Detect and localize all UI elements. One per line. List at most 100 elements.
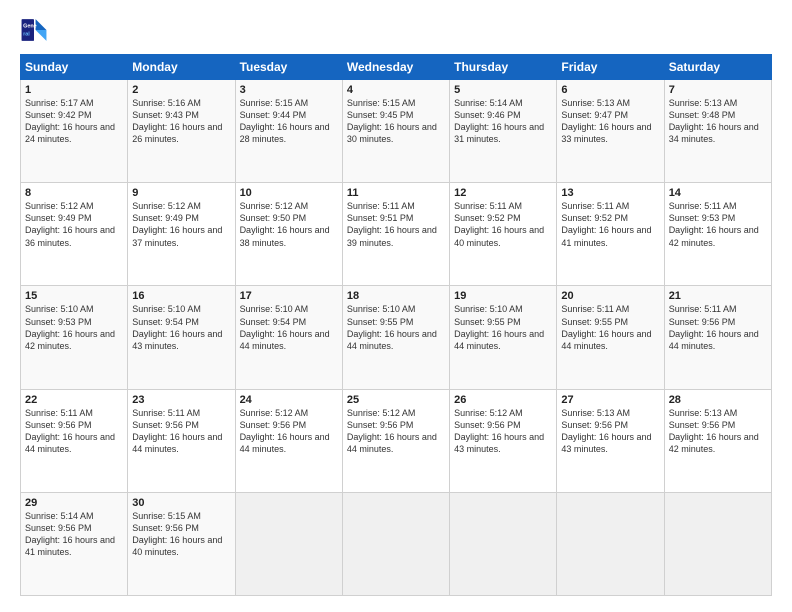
cell-details: Sunrise: 5:10 AM Sunset: 9:54 PM Dayligh… xyxy=(240,303,338,352)
cell-details: Sunrise: 5:11 AM Sunset: 9:52 PM Dayligh… xyxy=(561,200,659,249)
day-cell-29: 29 Sunrise: 5:14 AM Sunset: 9:56 PM Dayl… xyxy=(21,492,128,595)
col-header-monday: Monday xyxy=(128,55,235,80)
day-cell-25: 25 Sunrise: 5:12 AM Sunset: 9:56 PM Dayl… xyxy=(342,389,449,492)
day-number: 10 xyxy=(240,187,338,199)
day-number: 29 xyxy=(25,497,123,509)
logo: Gene ral xyxy=(20,16,52,44)
day-number: 2 xyxy=(132,84,230,96)
col-header-sunday: Sunday xyxy=(21,55,128,80)
day-number: 1 xyxy=(25,84,123,96)
day-number: 5 xyxy=(454,84,552,96)
cell-details: Sunrise: 5:11 AM Sunset: 9:56 PM Dayligh… xyxy=(132,407,230,456)
day-number: 16 xyxy=(132,290,230,302)
cell-details: Sunrise: 5:16 AM Sunset: 9:43 PM Dayligh… xyxy=(132,97,230,146)
col-header-thursday: Thursday xyxy=(450,55,557,80)
day-number: 26 xyxy=(454,394,552,406)
day-number: 28 xyxy=(669,394,767,406)
empty-cell xyxy=(557,492,664,595)
col-header-wednesday: Wednesday xyxy=(342,55,449,80)
cell-details: Sunrise: 5:11 AM Sunset: 9:52 PM Dayligh… xyxy=(454,200,552,249)
day-number: 12 xyxy=(454,187,552,199)
week-row-2: 8 Sunrise: 5:12 AM Sunset: 9:49 PM Dayli… xyxy=(21,183,772,286)
day-number: 20 xyxy=(561,290,659,302)
cell-details: Sunrise: 5:15 AM Sunset: 9:44 PM Dayligh… xyxy=(240,97,338,146)
week-row-5: 29 Sunrise: 5:14 AM Sunset: 9:56 PM Dayl… xyxy=(21,492,772,595)
calendar-header-row: SundayMondayTuesdayWednesdayThursdayFrid… xyxy=(21,55,772,80)
day-number: 30 xyxy=(132,497,230,509)
day-number: 21 xyxy=(669,290,767,302)
day-number: 18 xyxy=(347,290,445,302)
day-number: 4 xyxy=(347,84,445,96)
day-cell-2: 2 Sunrise: 5:16 AM Sunset: 9:43 PM Dayli… xyxy=(128,80,235,183)
week-row-4: 22 Sunrise: 5:11 AM Sunset: 9:56 PM Dayl… xyxy=(21,389,772,492)
day-number: 6 xyxy=(561,84,659,96)
day-number: 3 xyxy=(240,84,338,96)
cell-details: Sunrise: 5:11 AM Sunset: 9:55 PM Dayligh… xyxy=(561,303,659,352)
cell-details: Sunrise: 5:13 AM Sunset: 9:48 PM Dayligh… xyxy=(669,97,767,146)
day-cell-7: 7 Sunrise: 5:13 AM Sunset: 9:48 PM Dayli… xyxy=(664,80,771,183)
cell-details: Sunrise: 5:11 AM Sunset: 9:53 PM Dayligh… xyxy=(669,200,767,249)
col-header-friday: Friday xyxy=(557,55,664,80)
day-number: 22 xyxy=(25,394,123,406)
day-cell-14: 14 Sunrise: 5:11 AM Sunset: 9:53 PM Dayl… xyxy=(664,183,771,286)
header: Gene ral xyxy=(20,16,772,44)
day-cell-4: 4 Sunrise: 5:15 AM Sunset: 9:45 PM Dayli… xyxy=(342,80,449,183)
day-number: 23 xyxy=(132,394,230,406)
day-cell-15: 15 Sunrise: 5:10 AM Sunset: 9:53 PM Dayl… xyxy=(21,286,128,389)
cell-details: Sunrise: 5:11 AM Sunset: 9:56 PM Dayligh… xyxy=(25,407,123,456)
cell-details: Sunrise: 5:10 AM Sunset: 9:54 PM Dayligh… xyxy=(132,303,230,352)
day-cell-12: 12 Sunrise: 5:11 AM Sunset: 9:52 PM Dayl… xyxy=(450,183,557,286)
day-cell-27: 27 Sunrise: 5:13 AM Sunset: 9:56 PM Dayl… xyxy=(557,389,664,492)
cell-details: Sunrise: 5:10 AM Sunset: 9:55 PM Dayligh… xyxy=(454,303,552,352)
cell-details: Sunrise: 5:11 AM Sunset: 9:56 PM Dayligh… xyxy=(669,303,767,352)
day-number: 27 xyxy=(561,394,659,406)
day-cell-1: 1 Sunrise: 5:17 AM Sunset: 9:42 PM Dayli… xyxy=(21,80,128,183)
day-number: 8 xyxy=(25,187,123,199)
empty-cell xyxy=(235,492,342,595)
cell-details: Sunrise: 5:13 AM Sunset: 9:56 PM Dayligh… xyxy=(561,407,659,456)
cell-details: Sunrise: 5:10 AM Sunset: 9:53 PM Dayligh… xyxy=(25,303,123,352)
svg-text:ral: ral xyxy=(23,31,30,37)
day-cell-28: 28 Sunrise: 5:13 AM Sunset: 9:56 PM Dayl… xyxy=(664,389,771,492)
day-cell-5: 5 Sunrise: 5:14 AM Sunset: 9:46 PM Dayli… xyxy=(450,80,557,183)
cell-details: Sunrise: 5:12 AM Sunset: 9:50 PM Dayligh… xyxy=(240,200,338,249)
day-cell-21: 21 Sunrise: 5:11 AM Sunset: 9:56 PM Dayl… xyxy=(664,286,771,389)
day-number: 13 xyxy=(561,187,659,199)
cell-details: Sunrise: 5:13 AM Sunset: 9:47 PM Dayligh… xyxy=(561,97,659,146)
day-cell-24: 24 Sunrise: 5:12 AM Sunset: 9:56 PM Dayl… xyxy=(235,389,342,492)
day-cell-16: 16 Sunrise: 5:10 AM Sunset: 9:54 PM Dayl… xyxy=(128,286,235,389)
logo-icon: Gene ral xyxy=(20,16,48,44)
day-cell-10: 10 Sunrise: 5:12 AM Sunset: 9:50 PM Dayl… xyxy=(235,183,342,286)
cell-details: Sunrise: 5:12 AM Sunset: 9:56 PM Dayligh… xyxy=(240,407,338,456)
cell-details: Sunrise: 5:12 AM Sunset: 9:49 PM Dayligh… xyxy=(132,200,230,249)
day-cell-19: 19 Sunrise: 5:10 AM Sunset: 9:55 PM Dayl… xyxy=(450,286,557,389)
day-number: 11 xyxy=(347,187,445,199)
empty-cell xyxy=(342,492,449,595)
page: Gene ral SundayMondayTuesdayWednesdayThu… xyxy=(0,0,792,612)
day-number: 25 xyxy=(347,394,445,406)
day-number: 19 xyxy=(454,290,552,302)
empty-cell xyxy=(664,492,771,595)
svg-text:Gene: Gene xyxy=(23,24,37,30)
cell-details: Sunrise: 5:15 AM Sunset: 9:56 PM Dayligh… xyxy=(132,510,230,559)
day-number: 17 xyxy=(240,290,338,302)
day-number: 24 xyxy=(240,394,338,406)
cell-details: Sunrise: 5:14 AM Sunset: 9:46 PM Dayligh… xyxy=(454,97,552,146)
cell-details: Sunrise: 5:15 AM Sunset: 9:45 PM Dayligh… xyxy=(347,97,445,146)
col-header-saturday: Saturday xyxy=(664,55,771,80)
day-cell-17: 17 Sunrise: 5:10 AM Sunset: 9:54 PM Dayl… xyxy=(235,286,342,389)
day-cell-20: 20 Sunrise: 5:11 AM Sunset: 9:55 PM Dayl… xyxy=(557,286,664,389)
cell-details: Sunrise: 5:13 AM Sunset: 9:56 PM Dayligh… xyxy=(669,407,767,456)
day-number: 14 xyxy=(669,187,767,199)
day-cell-30: 30 Sunrise: 5:15 AM Sunset: 9:56 PM Dayl… xyxy=(128,492,235,595)
day-cell-8: 8 Sunrise: 5:12 AM Sunset: 9:49 PM Dayli… xyxy=(21,183,128,286)
calendar-table: SundayMondayTuesdayWednesdayThursdayFrid… xyxy=(20,54,772,596)
day-cell-6: 6 Sunrise: 5:13 AM Sunset: 9:47 PM Dayli… xyxy=(557,80,664,183)
cell-details: Sunrise: 5:12 AM Sunset: 9:56 PM Dayligh… xyxy=(347,407,445,456)
day-cell-26: 26 Sunrise: 5:12 AM Sunset: 9:56 PM Dayl… xyxy=(450,389,557,492)
day-cell-9: 9 Sunrise: 5:12 AM Sunset: 9:49 PM Dayli… xyxy=(128,183,235,286)
day-cell-13: 13 Sunrise: 5:11 AM Sunset: 9:52 PM Dayl… xyxy=(557,183,664,286)
week-row-3: 15 Sunrise: 5:10 AM Sunset: 9:53 PM Dayl… xyxy=(21,286,772,389)
day-number: 9 xyxy=(132,187,230,199)
day-cell-22: 22 Sunrise: 5:11 AM Sunset: 9:56 PM Dayl… xyxy=(21,389,128,492)
